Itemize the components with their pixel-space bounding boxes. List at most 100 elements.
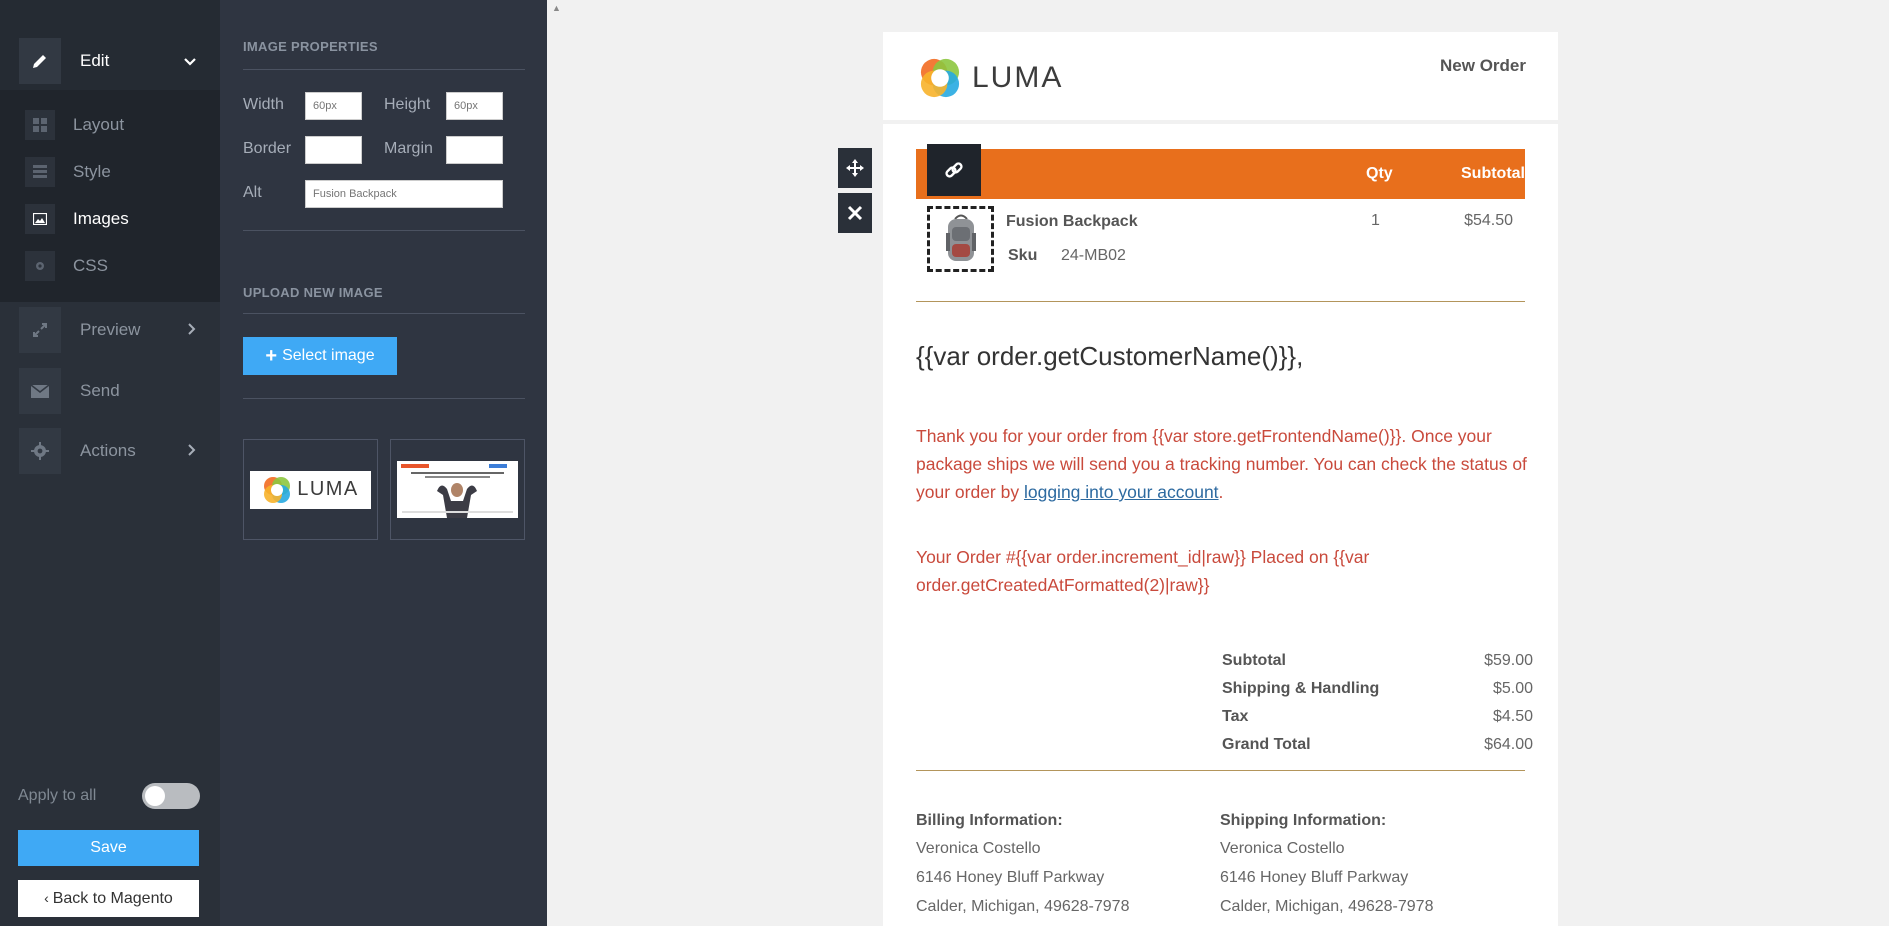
divider bbox=[916, 770, 1525, 771]
item-sku: 24-MB02 bbox=[1061, 247, 1126, 264]
nav-item-images[interactable]: Images bbox=[0, 196, 220, 242]
image-properties-heading: IMAGE PROPERTIES bbox=[243, 39, 378, 54]
nav-item-preview-label: Preview bbox=[80, 320, 141, 339]
move-arrows-icon bbox=[846, 159, 864, 177]
nav-item-send-label: Send bbox=[80, 381, 120, 400]
height-input[interactable] bbox=[446, 92, 503, 120]
divider bbox=[243, 230, 525, 231]
scroll-up-icon[interactable]: ▲ bbox=[552, 3, 561, 13]
image-thumbnail-photo[interactable] bbox=[390, 439, 525, 540]
layout-grid-icon bbox=[25, 110, 55, 140]
image-thumbnail-luma[interactable]: LUMA bbox=[243, 439, 378, 540]
order-type-title: New Order bbox=[1440, 56, 1526, 75]
totals-subtotal-label: Subtotal bbox=[1222, 652, 1286, 669]
divider bbox=[243, 69, 525, 70]
item-name: Fusion Backpack bbox=[1006, 213, 1138, 230]
product-image-selected[interactable] bbox=[927, 206, 994, 272]
close-icon bbox=[847, 205, 863, 221]
nav-item-style[interactable]: Style bbox=[0, 149, 220, 195]
chevron-right-icon bbox=[188, 443, 196, 459]
totals-subtotal-value: $59.00 bbox=[1484, 652, 1533, 669]
totals-tax-value: $4.50 bbox=[1492, 708, 1533, 725]
main-nav: Edit Layout Style Images CSS Preview Sen… bbox=[0, 0, 220, 926]
nav-item-images-label: Images bbox=[73, 209, 129, 228]
save-button[interactable]: Save bbox=[18, 830, 199, 866]
back-to-magento-label: Back to Magento bbox=[52, 889, 173, 907]
border-label: Border bbox=[243, 140, 292, 157]
divider bbox=[243, 398, 525, 399]
alt-input[interactable] bbox=[305, 180, 503, 208]
greeting-text[interactable]: {{var order.getCustomerName()}}, bbox=[916, 341, 1303, 372]
move-block-button[interactable] bbox=[838, 148, 872, 188]
divider bbox=[243, 313, 525, 314]
billing-name: Veronica Costello bbox=[916, 840, 1041, 857]
toggle-knob bbox=[145, 786, 165, 806]
width-label: Width bbox=[243, 96, 284, 113]
promo-photo-image bbox=[397, 461, 518, 518]
style-stack-icon bbox=[25, 157, 55, 187]
backpack-image bbox=[945, 214, 976, 261]
totals-grand-total-value: $64.00 bbox=[1484, 736, 1533, 753]
shipping-street: 6146 Honey Bluff Parkway bbox=[1220, 869, 1409, 886]
items-table-header: Qty Subtotal bbox=[916, 149, 1525, 199]
divider bbox=[916, 301, 1525, 302]
chevron-down-icon bbox=[184, 53, 196, 69]
col-subtotal-header: Subtotal bbox=[1461, 165, 1525, 182]
order-number-line[interactable]: Your Order #{{var order.increment_id|raw… bbox=[916, 543, 1516, 599]
billing-city: Calder, Michigan, 49628-7978 bbox=[916, 898, 1130, 915]
envelope-icon bbox=[19, 368, 61, 414]
luma-logo[interactable]: LUMA bbox=[918, 56, 1063, 100]
margin-label: Margin bbox=[384, 140, 433, 157]
nav-item-preview[interactable]: Preview bbox=[0, 307, 220, 353]
luma-logo-text: LUMA bbox=[972, 61, 1064, 94]
col-qty-header: Qty bbox=[1366, 165, 1393, 182]
gear-icon bbox=[19, 428, 61, 474]
luma-logo-icon bbox=[920, 58, 960, 98]
nav-item-edit-label: Edit bbox=[80, 51, 110, 70]
item-subtotal: $54.50 bbox=[1464, 212, 1513, 229]
select-image-label: Select image bbox=[282, 347, 375, 364]
luma-logo-icon bbox=[264, 476, 291, 503]
thumb-luma-text: LUMA bbox=[297, 478, 359, 500]
email-header: LUMA New Order bbox=[883, 32, 1558, 124]
shipping-city: Calder, Michigan, 49628-7978 bbox=[1220, 898, 1434, 915]
account-login-link[interactable]: logging into your account bbox=[1024, 482, 1219, 502]
plus-icon: + bbox=[265, 344, 278, 367]
image-icon bbox=[25, 204, 55, 234]
chain-link-icon bbox=[945, 162, 963, 178]
nav-item-actions[interactable]: Actions bbox=[0, 428, 220, 474]
apply-to-all-row: Apply to all bbox=[18, 782, 200, 810]
margin-input[interactable] bbox=[446, 136, 503, 164]
pencil-icon bbox=[19, 38, 61, 84]
select-image-button[interactable]: + Select image bbox=[243, 337, 397, 375]
preview-expand-icon bbox=[19, 307, 61, 353]
totals-shipping-value: $5.00 bbox=[1492, 680, 1533, 697]
border-input[interactable] bbox=[305, 136, 362, 164]
nav-item-actions-label: Actions bbox=[80, 441, 136, 460]
message-end: . bbox=[1218, 482, 1224, 502]
nav-item-layout[interactable]: Layout bbox=[0, 102, 220, 148]
shipping-heading: Shipping Information: bbox=[1220, 812, 1387, 829]
billing-heading: Billing Information: bbox=[916, 812, 1063, 829]
nav-item-css-label: CSS bbox=[73, 256, 108, 275]
css-gear-icon bbox=[25, 251, 55, 281]
chevron-right-icon bbox=[188, 322, 196, 338]
totals-grand-total-label: Grand Total bbox=[1222, 736, 1311, 753]
nav-item-css[interactable]: CSS bbox=[0, 243, 220, 289]
image-properties-panel: IMAGE PROPERTIES Width Height Border Mar… bbox=[220, 0, 547, 926]
item-sku-label: Sku bbox=[1008, 247, 1038, 264]
width-input[interactable] bbox=[305, 92, 362, 120]
thank-you-message[interactable]: Thank you for your order from {{var stor… bbox=[916, 422, 1528, 506]
link-image-button[interactable] bbox=[927, 144, 981, 196]
nav-item-send[interactable]: Send bbox=[0, 368, 220, 414]
item-qty: 1 bbox=[1371, 212, 1380, 229]
delete-block-button[interactable] bbox=[838, 193, 872, 233]
nav-item-edit[interactable]: Edit bbox=[0, 38, 220, 84]
luma-logo-image: LUMA bbox=[250, 470, 371, 509]
height-label: Height bbox=[384, 96, 431, 113]
back-to-magento-button[interactable]: ‹ Back to Magento bbox=[18, 880, 199, 917]
upload-heading: UPLOAD NEW IMAGE bbox=[243, 285, 383, 300]
totals-shipping-label: Shipping & Handling bbox=[1222, 680, 1380, 697]
apply-to-all-toggle[interactable] bbox=[142, 783, 200, 809]
chevron-left-icon: ‹ bbox=[44, 889, 53, 906]
